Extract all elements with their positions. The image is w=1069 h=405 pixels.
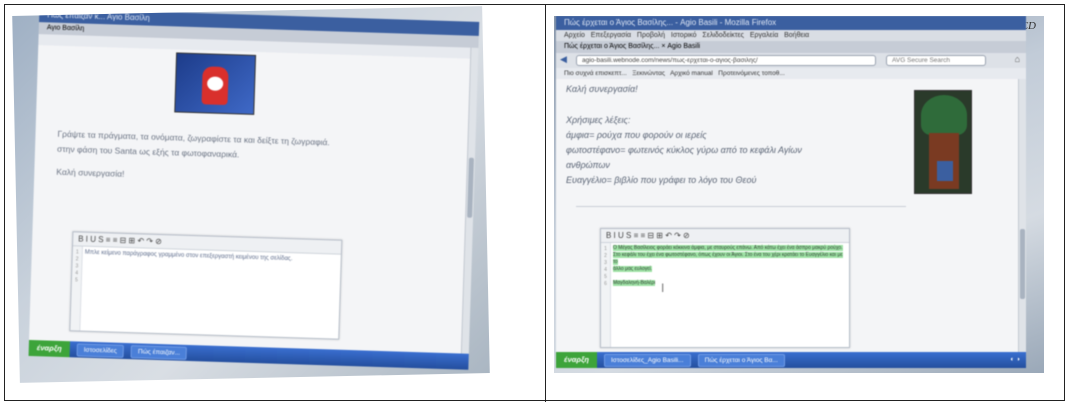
vocab-line: φωτοστέφανο= φωτεινός κύκλος γύρω από το… xyxy=(566,145,802,155)
santa-image xyxy=(174,52,257,115)
menu-item-view[interactable]: Προβολή xyxy=(637,32,665,39)
bookmark-item[interactable]: Αρχικό manual xyxy=(670,70,713,77)
tab-bar: Πώς έρχεται ο Άγιος Βασίλης... × Agio Ba… xyxy=(556,41,1026,53)
top-text: Καλή συνεργασία! xyxy=(566,84,638,94)
menu-item-file[interactable]: Αρχείο xyxy=(564,32,585,39)
tab-label[interactable]: Πώς έρχεται ο Άγιος Βασίλης... × Agio Ba… xyxy=(564,43,700,50)
highlighted-text: Στο κεφάλι του έχει ένα φωτοστέφανο, όπω… xyxy=(613,252,843,265)
body-line: Καλή συνεργασία! xyxy=(56,166,125,179)
search-input[interactable]: AVG Secure Search xyxy=(886,55,986,66)
menu-item-bookmarks[interactable]: Σελιδοδείκτες xyxy=(702,32,744,39)
start-button[interactable]: έναρξη xyxy=(28,339,70,358)
text-cursor-icon: I xyxy=(661,281,665,295)
photo-right-monitor: LCD Πώς έρχεται ο Άγιος Βασίλης... - Agi… xyxy=(554,16,1044,373)
vocab-line: ανθρώπων xyxy=(566,160,610,170)
scrollbar-thumb[interactable] xyxy=(1020,229,1025,299)
page-scrollbar[interactable] xyxy=(460,47,479,354)
line-number-gutter: 123456 xyxy=(601,243,611,347)
line-number-gutter: 12345 xyxy=(70,246,83,331)
editor-content[interactable]: Ο Μέγας Βασίλειος φοράει κόκκινα άμφια, … xyxy=(613,245,843,287)
bookmark-item[interactable]: Ξεκινώντας xyxy=(632,70,665,77)
url-bar[interactable]: agio-basili.webnode.com/news/πως-ερχεται… xyxy=(576,55,876,66)
text-editor[interactable]: B I U S ≡ ≡ ⊟ ⊞ ↶ ↷ ⊘ 12345 Μπλε κείμενο… xyxy=(69,231,343,340)
column-divider xyxy=(545,5,546,402)
system-tray: ◐ ◑ xyxy=(1010,356,1020,363)
bookmark-item[interactable]: Πιο συχνά επισκεπτ... xyxy=(564,70,627,77)
taskbar-item[interactable]: Ιστοσελίδες xyxy=(76,342,125,358)
browser-title-bar: Πώς έρχεται ο Άγιος Βασίλης... - Agio Ba… xyxy=(556,16,1026,30)
start-button[interactable]: έναρξη xyxy=(556,352,597,368)
menu-item-tools[interactable]: Εργαλεία xyxy=(750,32,778,39)
highlighted-author: Μαγδαληνή-Βαλέρι xyxy=(613,280,656,286)
navigation-bar: ◀ agio-basili.webnode.com/news/πως-ερχετ… xyxy=(556,53,1026,68)
tab-label[interactable]: Αγιο Βασίλη xyxy=(47,24,85,32)
vocab-heading: Χρήσιμες λέξεις: xyxy=(566,115,631,125)
saint-icon-image xyxy=(914,90,972,194)
bookmark-item[interactable]: Προτεινόμενες τοποθ... xyxy=(718,70,784,77)
vocab-line: άμφια= ρούχα που φορούν οι ιερείς xyxy=(566,130,707,140)
vocab-line: Ευαγγέλιο= βιβλίο που γράφει το λόγο του… xyxy=(566,175,757,185)
taskbar-item[interactable]: Πώς έπαιζαν... xyxy=(130,344,188,360)
taskbar-item[interactable]: Ιστοσελίδες_Agio Basili... xyxy=(604,353,691,367)
menu-item-history[interactable]: Ιστορικό xyxy=(671,32,697,39)
text-editor[interactable]: B I U S ≡ ≡ ⊟ ⊞ ↶ ↷ ⊘ 123456 Ο Μέγας Βασ… xyxy=(600,228,850,348)
editor-toolbar[interactable]: B I U S ≡ ≡ ⊟ ⊞ ↶ ↷ ⊘ xyxy=(601,229,849,243)
scrollbar-thumb[interactable] xyxy=(467,157,474,218)
page-body-text: Γράψτε τα πράγματα, τα ονόματα, ζωγραφίσ… xyxy=(56,127,457,193)
highlighted-text: άλλο μας ευλογεί. xyxy=(613,266,652,272)
windows-taskbar: έναρξη Ιστοσελίδες_Agio Basili... Πώς έρ… xyxy=(556,352,1026,368)
back-icon[interactable]: ◀ xyxy=(560,54,567,65)
browser-title: Πώς έρχεται ο Άγιος Βασίλης... - Agio Ba… xyxy=(564,18,777,27)
menu-bar: Αρχείο Επεξεργασία Προβολή Ιστορικό Σελι… xyxy=(556,30,1026,41)
menu-item-help[interactable]: Βοήθεια xyxy=(784,32,809,39)
taskbar-item[interactable]: Πώς έρχεται ο Άγιος Βα... xyxy=(697,353,785,367)
page-scrollbar[interactable] xyxy=(1018,79,1026,352)
windows-taskbar: έναρξη Ιστοσελίδες Πώς έπαιζαν... xyxy=(28,339,469,370)
photo-left-monitor: Πώς έπαιζαν κ... Αγιο Βασίλη Αγιο Βασίλη… xyxy=(12,6,490,383)
screen-left: Πώς έπαιζαν κ... Αγιο Βασίλη Αγιο Βασίλη… xyxy=(28,8,480,370)
home-icon[interactable]: ⌂ xyxy=(1015,54,1020,64)
page-body-text: Καλή συνεργασία! Χρήσιμες λέξεις: άμφια=… xyxy=(566,82,886,188)
bookmarks-bar: Πιο συχνά επισκεπτ... Ξεκινώντας Αρχικό … xyxy=(556,68,1026,79)
screen-right: Πώς έρχεται ο Άγιος Βασίλης... - Agio Ba… xyxy=(556,16,1026,368)
separator-line xyxy=(576,206,906,207)
menu-item-edit[interactable]: Επεξεργασία xyxy=(591,32,631,39)
highlighted-text: Ο Μέγας Βασίλειος φοράει κόκκινα άμφια, … xyxy=(613,245,843,251)
